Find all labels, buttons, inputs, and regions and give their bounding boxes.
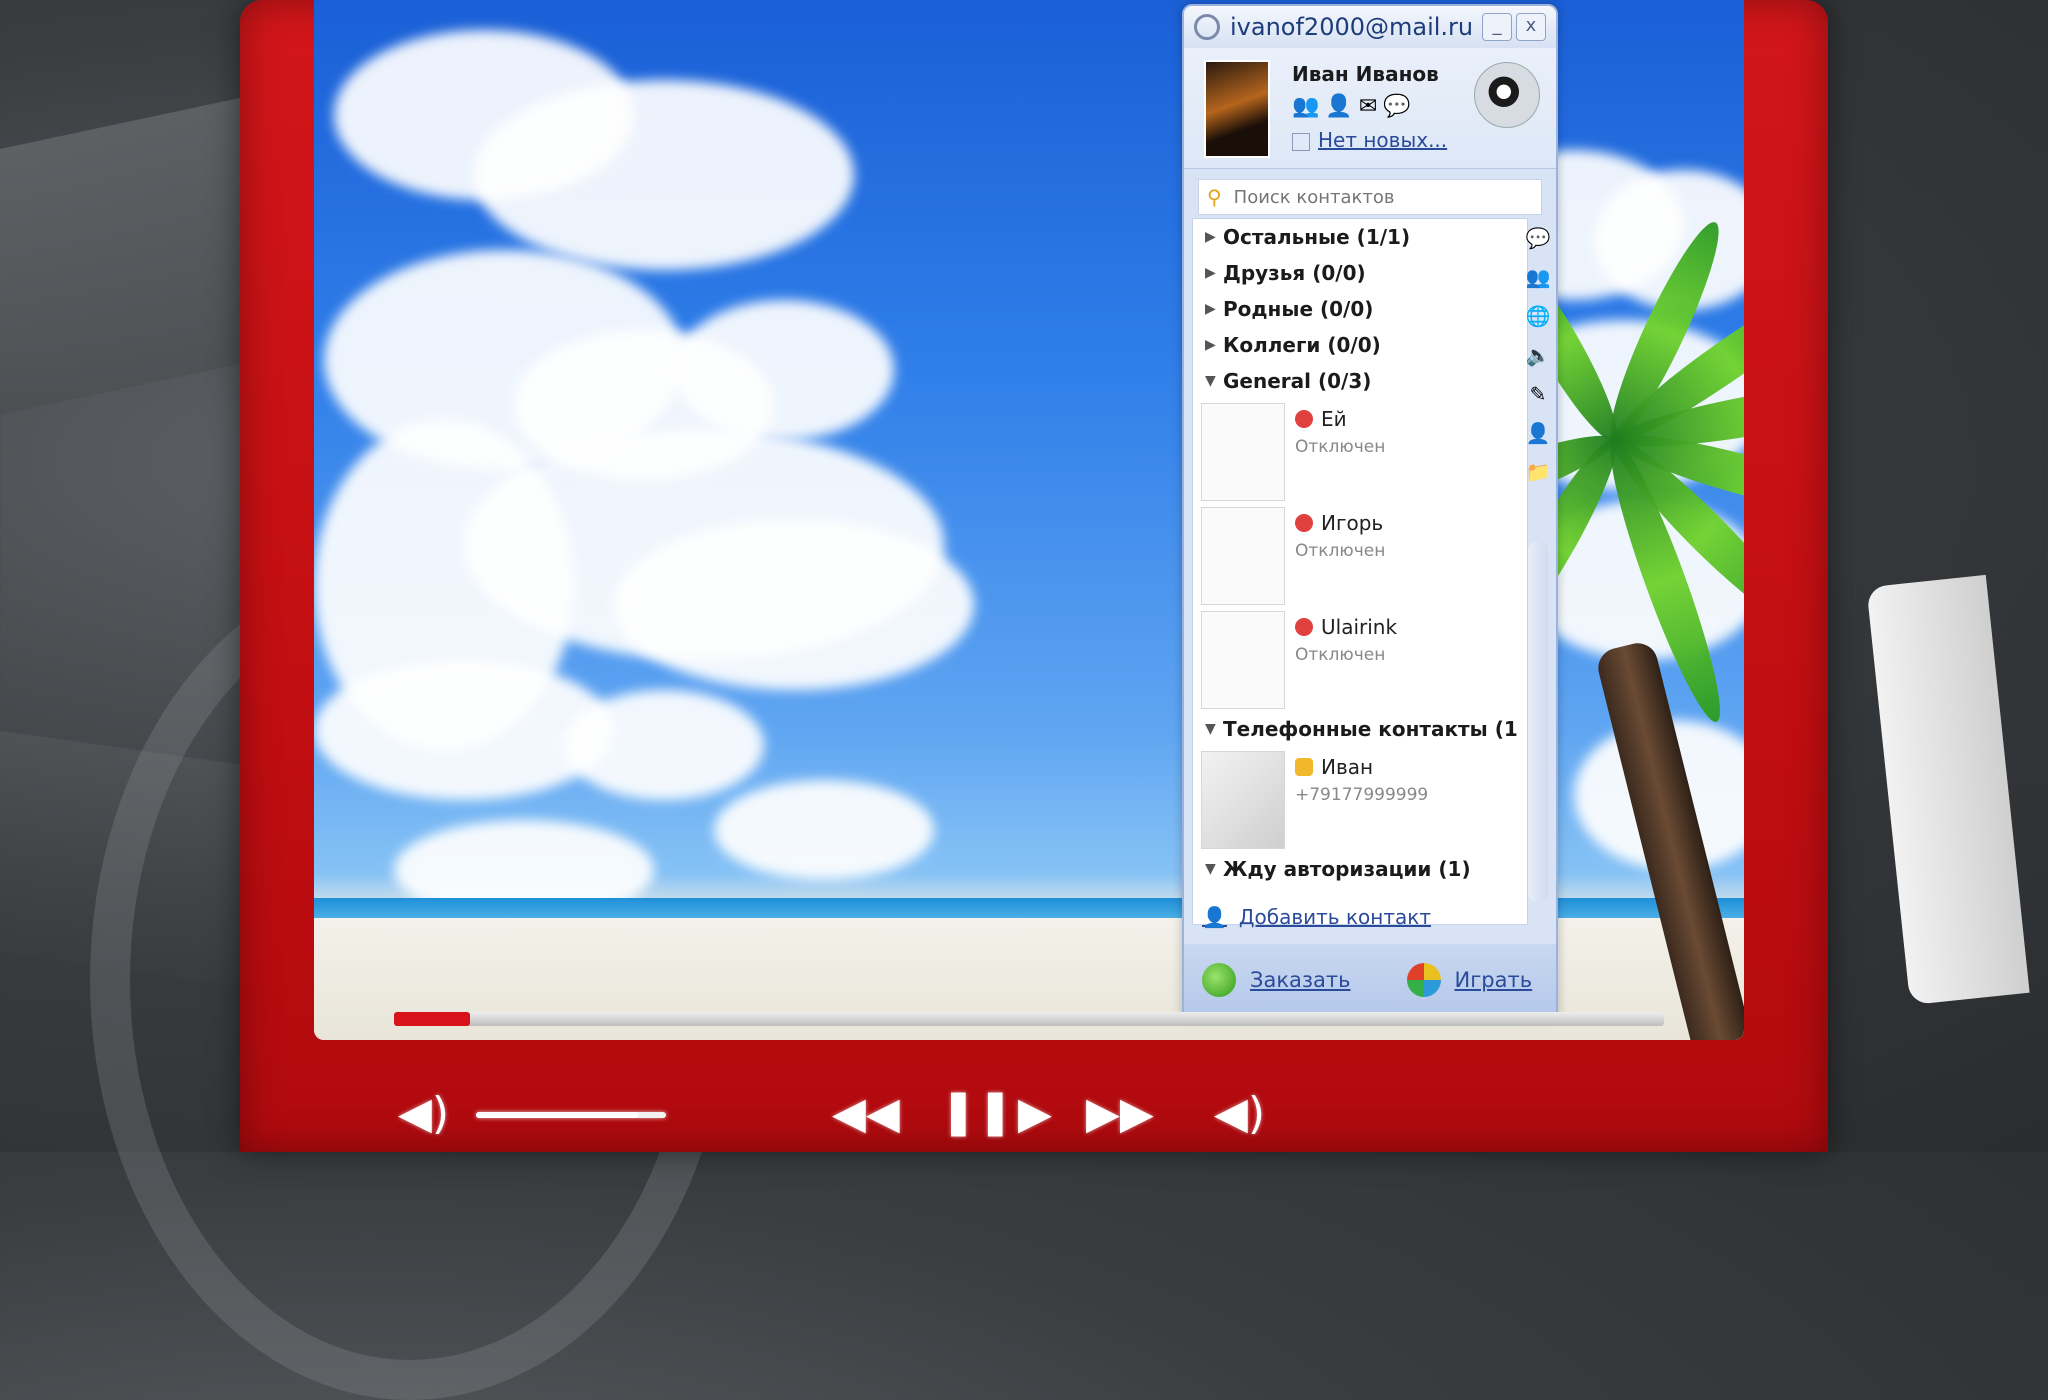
contact-name: Игорь bbox=[1321, 511, 1384, 535]
rewind-icon[interactable]: ◀◀ bbox=[832, 1092, 900, 1136]
group-friends[interactable]: ▶ Друзья (0/0) bbox=[1193, 255, 1527, 291]
add-user-icon[interactable]: 👤 bbox=[1325, 94, 1358, 119]
games-button[interactable]: Играть bbox=[1406, 963, 1533, 997]
collapse-arrow-icon: ▼ bbox=[1205, 861, 1216, 877]
profile-toolbar: 👥👤✉💬 bbox=[1292, 94, 1417, 119]
phone-contact-avatar bbox=[1201, 751, 1285, 849]
person-icon bbox=[1295, 758, 1313, 776]
title-bar[interactable]: ivanof2000@mail.ru _ x bbox=[1184, 6, 1556, 48]
search-icon: ⚲ bbox=[1207, 185, 1222, 209]
group-label: Жду авторизации (1) bbox=[1223, 857, 1471, 881]
status-checkbox-icon bbox=[1292, 132, 1310, 151]
profile-panel: Иван Иванов 👥👤✉💬 Нет новых... bbox=[1184, 48, 1556, 169]
group-phone-contacts[interactable]: ▼ Телефонные контакты (1 bbox=[1193, 711, 1527, 747]
group-awaiting-authorization[interactable]: ▼ Жду авторизации (1) bbox=[1193, 851, 1527, 887]
fast-forward-icon[interactable]: ▶▶ bbox=[1086, 1092, 1154, 1136]
offline-status-icon bbox=[1295, 618, 1313, 636]
add-contact-link[interactable]: 👤 Добавить контакт bbox=[1192, 901, 1536, 933]
group-label: Родные (0/0) bbox=[1223, 297, 1374, 321]
contact-item[interactable]: Ulairink Отключен bbox=[1193, 607, 1527, 711]
games-icon bbox=[1406, 963, 1441, 997]
phone-contact-item[interactable]: Иван +79177999999 bbox=[1193, 747, 1527, 851]
volume-slider-fill bbox=[476, 1112, 638, 1118]
webcam-icon[interactable] bbox=[1474, 62, 1540, 128]
contact-list: ▶ Остальные (1/1) ▶ Друзья (0/0) ▶ Родные (… bbox=[1192, 218, 1528, 925]
chat-icon[interactable]: 💬 bbox=[1526, 226, 1551, 250]
add-contact-label: Добавить контакт bbox=[1238, 905, 1431, 929]
contact-name: Ulairink bbox=[1321, 615, 1398, 639]
search-box: ⚲ bbox=[1198, 179, 1542, 215]
offline-status-icon bbox=[1295, 514, 1313, 532]
checkmark-icon bbox=[1202, 963, 1236, 997]
people-icon[interactable]: 👥 bbox=[1292, 94, 1325, 119]
globe-icon[interactable]: 🌐 bbox=[1526, 304, 1551, 328]
order-button[interactable]: Заказать bbox=[1202, 963, 1351, 997]
agent-window: ivanof2000@mail.ru _ x Иван Иванов 👥👤✉💬 … bbox=[1182, 4, 1558, 1018]
video-player: ivanof2000@mail.ru _ x Иван Иванов 👥👤✉💬 … bbox=[240, 0, 1828, 1152]
add-contact-icon: 👤 bbox=[1202, 905, 1227, 929]
quick-icons: 💬 👥 🌐 🔈 ✎ 👤 📁 bbox=[1526, 226, 1551, 484]
status-link-text: Нет новых... bbox=[1318, 128, 1448, 152]
contact-status: Отключен bbox=[1295, 541, 1386, 561]
group-general[interactable]: ▼ General (0/3) bbox=[1193, 363, 1527, 399]
order-label: Заказать bbox=[1250, 968, 1351, 992]
volume-icon[interactable]: ◀) bbox=[398, 1092, 449, 1136]
pencil-icon[interactable]: ✎ bbox=[1530, 382, 1547, 406]
collapse-arrow-icon: ▼ bbox=[1205, 721, 1216, 737]
contact-name: Иван bbox=[1321, 755, 1374, 779]
group-label: Телефонные контакты (1 bbox=[1223, 717, 1518, 741]
mail-icon[interactable]: ✉ bbox=[1359, 94, 1383, 119]
offline-status-icon bbox=[1295, 410, 1313, 428]
avatar[interactable] bbox=[1204, 60, 1270, 158]
search-input[interactable] bbox=[1231, 185, 1533, 209]
people-icon[interactable]: 👤 bbox=[1526, 421, 1551, 445]
window-title: ivanof2000@mail.ru bbox=[1230, 13, 1474, 41]
expand-arrow-icon: ▶ bbox=[1205, 337, 1216, 353]
group-others[interactable]: ▶ Остальные (1/1) bbox=[1193, 219, 1527, 255]
contact-avatar bbox=[1201, 403, 1285, 501]
group-label: Друзья (0/0) bbox=[1223, 261, 1366, 285]
scrollbar[interactable] bbox=[1528, 542, 1548, 902]
seek-bar[interactable] bbox=[394, 1012, 1664, 1026]
games-label: Играть bbox=[1454, 968, 1533, 992]
contacts-icon[interactable]: 👥 bbox=[1526, 265, 1551, 289]
collapse-arrow-icon: ▼ bbox=[1205, 373, 1216, 389]
profile-name: Иван Иванов bbox=[1292, 62, 1439, 86]
speaker-icon[interactable]: 🔈 bbox=[1526, 343, 1551, 367]
speaker-icon[interactable]: ◀) bbox=[1214, 1092, 1265, 1136]
group-label: Коллеги (0/0) bbox=[1223, 333, 1381, 357]
group-label: General (0/3) bbox=[1223, 369, 1372, 393]
contact-phone-number: +79177999999 bbox=[1295, 785, 1429, 805]
minimize-button[interactable]: _ bbox=[1482, 13, 1512, 41]
play-icon[interactable]: ▶ bbox=[1018, 1092, 1052, 1136]
seek-bar-fill bbox=[394, 1012, 471, 1026]
folder-icon[interactable]: 📁 bbox=[1526, 460, 1551, 484]
contact-avatar bbox=[1201, 611, 1285, 709]
status-link[interactable]: Нет новых... bbox=[1292, 128, 1447, 152]
group-label: Остальные (1/1) bbox=[1223, 225, 1411, 249]
close-button[interactable]: x bbox=[1516, 13, 1546, 41]
agent-logo-icon bbox=[1194, 14, 1220, 40]
contact-item[interactable]: Игорь Отключен bbox=[1193, 503, 1527, 607]
contact-status: Отключен bbox=[1295, 645, 1386, 665]
contact-name: Ей bbox=[1321, 407, 1347, 431]
expand-arrow-icon: ▶ bbox=[1205, 265, 1216, 281]
group-colleagues[interactable]: ▶ Коллеги (0/0) bbox=[1193, 327, 1527, 363]
video-screen[interactable]: ivanof2000@mail.ru _ x Иван Иванов 👥👤✉💬 … bbox=[314, 0, 1744, 1040]
sms-icon[interactable]: 💬 bbox=[1383, 94, 1416, 119]
expand-arrow-icon: ▶ bbox=[1205, 229, 1216, 245]
group-family[interactable]: ▶ Родные (0/0) bbox=[1193, 291, 1527, 327]
pause-icon[interactable]: ❚❚ bbox=[940, 1090, 1014, 1134]
contact-avatar bbox=[1201, 507, 1285, 605]
contact-status: Отключен bbox=[1295, 437, 1386, 457]
contact-item[interactable]: Ей Отключен bbox=[1193, 399, 1527, 503]
background-arc bbox=[1866, 574, 2030, 1006]
expand-arrow-icon: ▶ bbox=[1205, 301, 1216, 317]
volume-slider[interactable] bbox=[476, 1112, 666, 1118]
bottom-bar: Заказать Играть bbox=[1184, 944, 1556, 1016]
